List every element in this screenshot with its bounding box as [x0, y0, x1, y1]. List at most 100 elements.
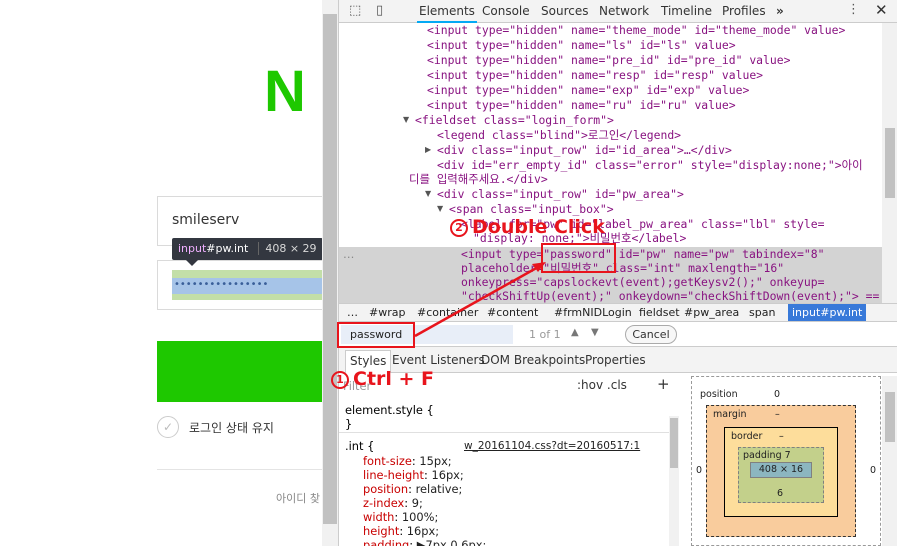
more-tabs-icon[interactable]: » — [776, 4, 784, 18]
rule-source-link[interactable]: w_20161104.css?dt=20160517:1 — [464, 439, 640, 453]
dom-scrollbar[interactable] — [882, 23, 897, 303]
tab-event-listeners[interactable]: Event Listeners — [392, 353, 485, 367]
keep-login-label: 로그인 상태 유지 — [189, 420, 274, 435]
dom-node-line[interactable]: onkeypress="capslockevt(event);getKeysv2… — [461, 275, 824, 290]
dom-node-line[interactable]: 디를 입력해주세요.</div> — [409, 172, 548, 187]
css-property-name: line-height — [363, 468, 424, 482]
breadcrumb-item[interactable]: … — [347, 306, 358, 319]
css-property[interactable]: position: relative; — [363, 482, 462, 496]
margin-label: margin — [713, 409, 747, 420]
rule-selector[interactable]: .int { — [345, 439, 374, 453]
hov-cls-toggle[interactable]: :hov .cls — [577, 378, 627, 392]
page-scrollbar[interactable] — [322, 0, 338, 546]
collapse-arrow-icon[interactable]: ▶ — [425, 143, 431, 158]
css-property[interactable]: height: 16px; — [363, 524, 439, 538]
css-property[interactable]: z-index: 9; — [363, 496, 423, 510]
close-icon[interactable]: ✕ — [875, 1, 888, 19]
box-model-scrollbar[interactable] — [882, 376, 897, 546]
scrollbar-thumb[interactable] — [670, 418, 678, 468]
device-mode-icon[interactable]: ▯ — [376, 3, 383, 18]
dom-node-line[interactable]: <input type="hidden" name="resp" id="res… — [427, 68, 763, 83]
tab-console[interactable]: Console — [482, 4, 530, 18]
devtools-tabbar: ⬚ ▯ Elements Console Sources Network Tim… — [339, 0, 897, 23]
tooltip-id: #pw.int — [206, 242, 249, 255]
password-value: •••••••••••••••• — [174, 279, 269, 290]
css-property-name: position — [363, 482, 409, 496]
tab-network[interactable]: Network — [599, 4, 649, 18]
dom-node-line[interactable]: <div class="input_row" id="id_area">…</d… — [437, 143, 732, 158]
inspect-element-icon[interactable]: ⬚ — [349, 3, 361, 18]
padding-label: padding 7 — [743, 450, 791, 461]
tab-profiles[interactable]: Profiles — [722, 4, 766, 18]
styles-scrollbar[interactable] — [669, 416, 679, 546]
expand-arrow-icon[interactable]: ▼ — [403, 113, 409, 128]
dom-node-line[interactable]: <input type="hidden" name="exp" id="exp"… — [427, 83, 749, 98]
divider — [157, 469, 322, 470]
dom-node-line[interactable]: <span class="input_box"> — [449, 202, 614, 217]
margin-value: – — [775, 409, 780, 420]
content-box: 408 × 16 — [750, 462, 812, 478]
tab-elements[interactable]: Elements — [417, 4, 477, 23]
css-property[interactable]: width: 100%; — [363, 510, 438, 524]
node-menu-icon[interactable]: … — [343, 247, 354, 262]
annotation-ctrl-f: 1 Ctrl + F — [331, 368, 434, 390]
login-button[interactable] — [157, 341, 322, 402]
dom-node-line[interactable]: <div id="err_empty_id" class="error" sty… — [437, 158, 863, 173]
annotation-text: Ctrl + F — [353, 368, 435, 390]
css-property[interactable]: line-height: 16px; — [363, 468, 464, 482]
css-property[interactable]: padding: ▶7px 0 6px; — [363, 538, 486, 546]
scrollbar-thumb[interactable] — [885, 128, 895, 198]
annotation-text: Double Click — [472, 216, 605, 238]
dom-node-line[interactable]: <input type="hidden" name="pre_id" id="p… — [427, 53, 790, 68]
breadcrumb-item[interactable]: #wrap — [369, 306, 405, 319]
tab-properties[interactable]: Properties — [585, 353, 646, 367]
inspect-tooltip: input#pw.int 408 × 29 — [172, 238, 322, 260]
scrollbar-thumb[interactable] — [323, 14, 337, 524]
breadcrumb-item[interactable]: #pw_area — [684, 306, 739, 319]
dom-node-line[interactable]: <input type="password" id="pw" name="pw"… — [461, 247, 824, 262]
tooltip-size: 408 × 29 — [258, 242, 317, 255]
dom-node-line[interactable]: <div class="input_row" id="pw_area"> — [437, 187, 684, 202]
breadcrumb-item[interactable]: #content — [487, 306, 538, 319]
tab-timeline[interactable]: Timeline — [661, 4, 712, 18]
breadcrumb-item[interactable]: #container — [417, 306, 478, 319]
breadcrumb-item[interactable]: span — [749, 306, 775, 319]
check-icon: ✓ — [157, 416, 179, 438]
tab-dom-breakpoints[interactable]: DOM Breakpoints — [481, 353, 585, 367]
cancel-button[interactable]: Cancel — [625, 325, 677, 344]
find-id-link[interactable]: 아이디 찾 — [276, 490, 320, 506]
expand-arrow-icon[interactable]: ▼ — [437, 202, 443, 217]
css-property[interactable]: font-size: 15px; — [363, 454, 452, 468]
devtools-panel: ⬚ ▯ Elements Console Sources Network Tim… — [338, 0, 897, 546]
dom-node-line[interactable]: <legend class="blind">로그인</legend> — [437, 128, 681, 143]
dom-node-line[interactable]: "checkShiftUp(event);" onkeydown="checkS… — [461, 289, 879, 303]
dom-node-line[interactable]: <fieldset class="login_form"> — [415, 113, 614, 128]
menu-icon[interactable]: ⋮ — [847, 2, 860, 17]
box-model: position 0 margin – border – padding 7 6… — [691, 376, 881, 546]
chevron-down-icon[interactable]: ▼ — [591, 327, 599, 338]
dom-node-line[interactable]: placeholder="비밀번호" class="int" maxlength… — [461, 261, 784, 276]
rule-close: } — [345, 417, 353, 431]
dom-node-line[interactable]: <input type="hidden" name="ru" id="ru" v… — [427, 98, 736, 113]
highlight-box-password — [541, 243, 616, 273]
dom-node-line[interactable]: <input type="hidden" name="theme_mode" i… — [427, 23, 845, 38]
tab-sources[interactable]: Sources — [541, 4, 588, 18]
right-value: 0 — [870, 465, 877, 476]
dom-node-line[interactable]: <input type="hidden" name="ls" id="ls" v… — [427, 38, 736, 53]
step-number-2: 2 — [450, 218, 468, 237]
expand-arrow-icon[interactable]: ▼ — [425, 187, 431, 202]
breadcrumb-item[interactable]: input#pw.int — [788, 304, 867, 321]
position-value: 0 — [774, 389, 781, 400]
chevron-up-icon[interactable]: ▲ — [571, 327, 579, 338]
step-number-1: 1 — [331, 370, 349, 389]
add-rule-button[interactable]: + — [657, 375, 670, 393]
position-label: position — [700, 389, 738, 400]
css-property-name: height — [363, 524, 400, 538]
web-page-viewport: N smileserv •••••••••••••••• input#pw.in… — [0, 0, 322, 546]
keep-login-checkbox[interactable]: ✓ 로그인 상태 유지 — [157, 416, 274, 438]
element-style-rule[interactable]: element.style { — [345, 403, 434, 417]
breadcrumb-item[interactable]: fieldset — [639, 306, 680, 319]
border-value: – — [779, 431, 784, 442]
breadcrumb-item[interactable]: #frmNIDLogin — [554, 306, 632, 319]
scrollbar-thumb[interactable] — [885, 392, 895, 442]
